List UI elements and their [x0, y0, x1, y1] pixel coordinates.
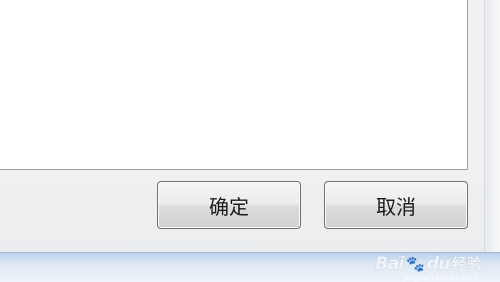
baidu-paw-icon: 🐾 [406, 254, 425, 273]
cancel-button-label: 取消 [376, 194, 416, 219]
baidu-watermark: Bai 🐾 du 经验 [375, 253, 482, 274]
watermark-url: jingyan.baidu.com [404, 273, 478, 282]
cancel-button[interactable]: 取消 [324, 181, 468, 229]
window-right-frame [484, 0, 500, 282]
watermark-brand: Bai [375, 253, 405, 274]
watermark-chinese: 经验 [451, 255, 482, 273]
content-list-panel[interactable] [0, 0, 468, 170]
ok-button-label: 确定 [209, 194, 249, 219]
watermark-brand-suffix: du [426, 253, 451, 274]
ok-button[interactable]: 确定 [157, 181, 301, 229]
